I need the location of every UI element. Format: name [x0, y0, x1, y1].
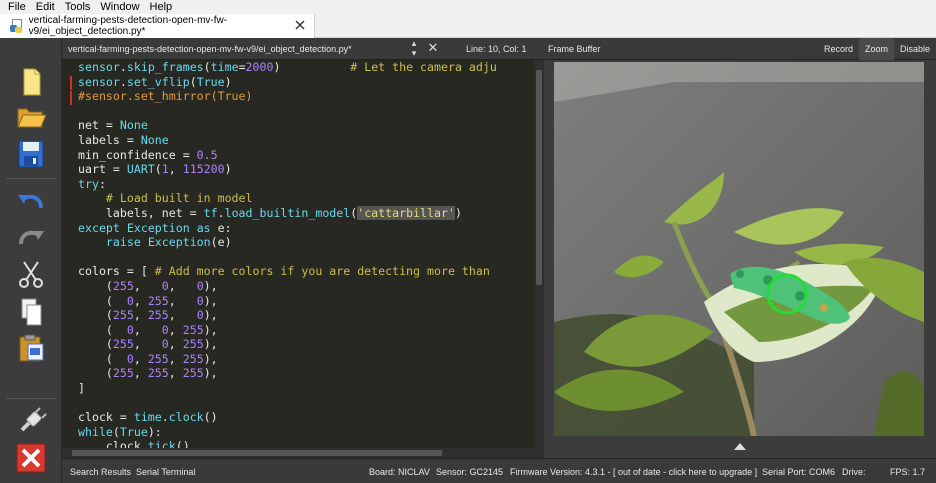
code-line[interactable]: clock.tick(): [78, 439, 526, 448]
code-line[interactable]: ​: [78, 396, 526, 411]
disable-button[interactable]: Disable: [894, 38, 936, 60]
camera-frame-image: [554, 62, 924, 436]
disconnect-icon[interactable]: [14, 442, 48, 474]
code-lines: sensor.skip_frames(time=2000) # Let the …: [78, 60, 526, 448]
menu-edit[interactable]: Edit: [31, 0, 60, 14]
menu-tools[interactable]: Tools: [60, 0, 96, 14]
code-line[interactable]: ​: [78, 104, 526, 119]
drive-label[interactable]: Drive:: [842, 467, 866, 477]
redo-icon[interactable]: [14, 222, 48, 254]
histogram-toggle-icon[interactable]: [734, 443, 746, 450]
code-line[interactable]: sensor.set_vflip(True): [78, 75, 526, 90]
left-toolbar: [0, 38, 62, 483]
status-bar: Search Results Serial Terminal Board: NI…: [62, 458, 936, 483]
editor-filename[interactable]: vertical-farming-pests-detection-open-mv…: [68, 44, 406, 54]
file-switch-arrows-icon[interactable]: ▴ ▾: [406, 39, 422, 59]
zoom-button[interactable]: Zoom: [858, 37, 894, 60]
code-line[interactable]: labels, net = tf.load_builtin_model('cat…: [78, 205, 526, 221]
framebuffer-header: Frame Buffer Record Zoom Disable: [544, 37, 936, 60]
menu-help[interactable]: Help: [145, 0, 178, 14]
editor-header: vertical-farming-pests-detection-open-mv…: [62, 38, 544, 60]
close-file-icon[interactable]: ✕: [422, 41, 444, 56]
save-icon[interactable]: [14, 138, 48, 170]
board-label: Board: NICLAV: [369, 467, 430, 477]
code-line[interactable]: (255, 255, 0),: [78, 308, 526, 323]
vertical-scrollbar[interactable]: [534, 60, 544, 448]
code-line[interactable]: #sensor.set_hmirror(True): [78, 89, 526, 104]
code-line[interactable]: min_confidence = 0.5: [78, 148, 526, 163]
code-line[interactable]: raise Exception(e): [78, 235, 526, 250]
fps-label: FPS: 1.7: [890, 467, 926, 477]
cursor-position: Line: 10, Col: 1: [466, 43, 527, 54]
tab-file[interactable]: vertical-farming-pests-detection-open-mv…: [0, 14, 315, 38]
serial-port-label[interactable]: Serial Port: COM6: [762, 467, 835, 477]
framebuffer-pane: [544, 60, 936, 458]
code-line[interactable]: try:: [78, 177, 526, 192]
new-file-icon[interactable]: [14, 66, 48, 98]
framebuffer-title: Frame Buffer: [548, 43, 601, 54]
serial-terminal-tab[interactable]: Serial Terminal: [136, 467, 195, 477]
code-line[interactable]: sensor.skip_frames(time=2000) # Let the …: [78, 60, 526, 75]
code-line[interactable]: labels = None: [78, 133, 526, 148]
code-line[interactable]: uart = UART(1, 115200): [78, 162, 526, 177]
editor-gutter: [62, 60, 74, 448]
search-results-tab[interactable]: Search Results: [70, 467, 131, 477]
code-line[interactable]: ( 0, 255, 255),: [78, 352, 526, 367]
code-line[interactable]: clock = time.clock(): [78, 410, 526, 425]
cut-icon[interactable]: [14, 258, 48, 290]
firmware-version-link[interactable]: Firmware Version: 4.3.1 - [ out of date …: [510, 467, 757, 477]
close-tab-icon[interactable]: [294, 19, 306, 31]
open-folder-icon[interactable]: [14, 100, 48, 132]
sensor-label: Sensor: GC2145: [436, 467, 504, 477]
paste-icon[interactable]: [14, 332, 48, 364]
code-line[interactable]: while(True):: [78, 425, 526, 440]
connect-plug-icon[interactable]: [14, 406, 48, 438]
code-line[interactable]: (255, 0, 0),: [78, 279, 526, 294]
modified-line-marker: [70, 76, 72, 90]
code-line[interactable]: ​: [78, 250, 526, 265]
code-line[interactable]: except Exception as e:: [78, 221, 526, 236]
code-line[interactable]: ( 0, 255, 0),: [78, 294, 526, 309]
modified-line-marker: [70, 91, 72, 105]
horizontal-scrollbar[interactable]: [62, 448, 544, 458]
tab-title: vertical-farming-pests-detection-open-mv…: [28, 15, 228, 37]
code-line[interactable]: ]: [78, 381, 526, 396]
code-line[interactable]: # Load built in model: [78, 191, 526, 206]
code-line[interactable]: (255, 0, 255),: [78, 337, 526, 352]
record-button[interactable]: Record: [818, 38, 859, 60]
code-line[interactable]: ( 0, 0, 255),: [78, 323, 526, 338]
code-line[interactable]: (255, 255, 255),: [78, 366, 526, 381]
menu-bar: File Edit Tools Window Help: [0, 0, 936, 14]
menu-window[interactable]: Window: [95, 0, 144, 14]
code-line[interactable]: net = None: [78, 118, 526, 133]
code-line[interactable]: colors = [ # Add more colors if you are …: [78, 264, 526, 279]
code-editor[interactable]: sensor.skip_frames(time=2000) # Let the …: [62, 60, 544, 448]
copy-icon[interactable]: [14, 296, 48, 328]
menu-file[interactable]: File: [0, 0, 31, 14]
tab-strip: vertical-farming-pests-detection-open-mv…: [0, 14, 936, 38]
undo-icon[interactable]: [14, 186, 48, 218]
python-file-icon: [10, 19, 23, 33]
